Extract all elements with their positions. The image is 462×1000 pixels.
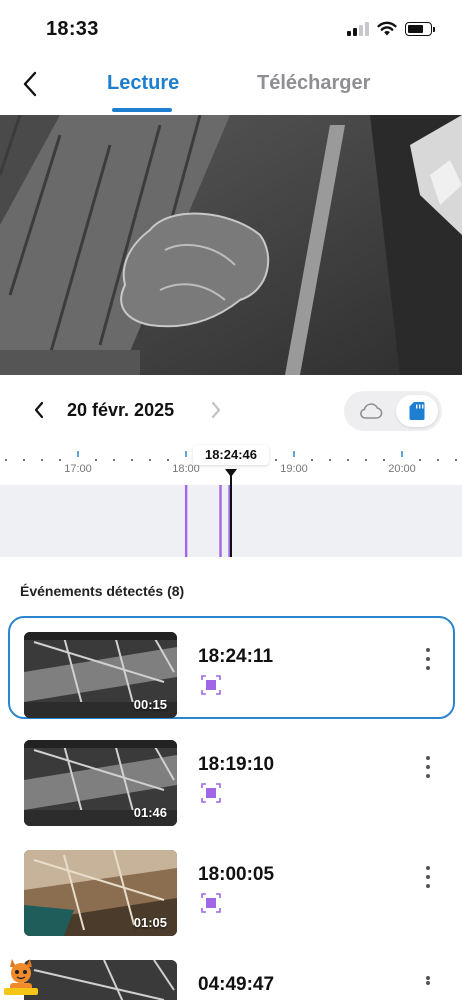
event-more-button[interactable] [420, 644, 436, 674]
chevron-left-icon [34, 401, 44, 419]
mascot-watermark-icon [4, 959, 38, 995]
ruler-minor-tick [311, 459, 313, 461]
event-duration: 01:46 [133, 805, 167, 820]
ruler-minor-tick [455, 459, 457, 461]
video-player[interactable] [0, 115, 462, 375]
cellular-signal-icon [347, 21, 369, 36]
wifi-icon [377, 21, 397, 36]
tab-telecharger[interactable]: Télécharger [257, 72, 370, 95]
ruler-minor-tick [5, 459, 7, 461]
active-tab-indicator [112, 108, 172, 112]
events-heading: Événements détectés (8) [20, 583, 185, 599]
event-thumbnail [24, 960, 177, 1000]
ruler-minor-tick [437, 459, 439, 461]
event-time: 04:49:47 [198, 974, 275, 995]
event-thumbnail: 00:15 [24, 632, 177, 718]
sd-card-storage-button[interactable] [396, 395, 438, 427]
ruler-minor-tick [167, 459, 169, 461]
status-icons [347, 21, 435, 36]
ruler-minor-tick [329, 459, 331, 461]
event-item[interactable]: 01:46 18:19:10 [8, 724, 455, 827]
header: Lecture Télécharger [0, 60, 462, 115]
ruler-minor-tick [59, 459, 61, 461]
sd-card-icon [409, 402, 425, 420]
battery-level [408, 24, 423, 33]
event-item[interactable]: 00:15 18:24:11 [8, 616, 455, 719]
event-more-button[interactable] [420, 972, 436, 994]
back-button[interactable] [12, 66, 48, 102]
timeline-event-marker[interactable] [219, 485, 222, 557]
ruler-minor-tick [419, 459, 421, 461]
cloud-icon [360, 403, 383, 419]
timeline-current-time: 18:24:46 [193, 445, 269, 465]
chevron-right-icon [211, 401, 221, 419]
ruler-minor-tick [41, 459, 43, 461]
status-time: 18:33 [46, 18, 99, 40]
status-bar: 18:33 [0, 0, 462, 60]
ruler-minor-tick [347, 459, 349, 461]
event-duration: 01:05 [133, 915, 167, 930]
timeline: 17:00 18:00 19:00 20:00 18:24:46 [0, 445, 462, 557]
chevron-left-icon [23, 71, 37, 97]
ruler-minor-tick [275, 459, 277, 461]
cloud-storage-button[interactable] [350, 395, 392, 427]
previous-day-button[interactable] [26, 396, 52, 424]
ruler-tick-label: 19:00 [280, 463, 308, 475]
event-time: 18:19:10 [198, 754, 275, 775]
ruler-minor-tick [365, 459, 367, 461]
event-thumbnail: 01:05 [24, 850, 177, 936]
timeline-event-marker[interactable] [184, 485, 188, 557]
ruler-minor-tick [23, 459, 25, 461]
event-more-button[interactable] [420, 862, 436, 892]
ruler-minor-tick [149, 459, 151, 461]
ruler-minor-tick [131, 459, 133, 461]
current-date[interactable]: 20 févr. 2025 [67, 400, 174, 421]
event-time: 18:24:11 [198, 646, 274, 667]
playhead-marker[interactable] [224, 469, 238, 569]
event-item[interactable]: 04:49:47 [8, 944, 455, 1000]
next-day-button[interactable] [203, 396, 229, 424]
storage-source-toggle [344, 391, 442, 431]
video-frame [0, 115, 462, 375]
ruler-tick-label: 17:00 [64, 463, 92, 475]
motion-detection-icon [201, 675, 221, 695]
event-more-button[interactable] [420, 752, 436, 782]
event-thumbnail: 01:46 [24, 740, 177, 826]
event-item[interactable]: 01:05 18:00:05 [8, 834, 455, 937]
motion-detection-icon [201, 783, 221, 803]
ruler-minor-tick [113, 459, 115, 461]
event-time: 18:00:05 [198, 864, 275, 885]
ruler-minor-tick [383, 459, 385, 461]
ruler-minor-tick [95, 459, 97, 461]
motion-detection-icon [201, 893, 221, 913]
battery-icon [405, 21, 435, 36]
date-selector: 20 févr. 2025 [0, 390, 462, 432]
thumbnail-image [24, 960, 177, 1000]
event-duration: 00:15 [133, 697, 167, 712]
ruler-tick-label: 20:00 [388, 463, 416, 475]
tab-lecture[interactable]: Lecture [107, 72, 179, 95]
